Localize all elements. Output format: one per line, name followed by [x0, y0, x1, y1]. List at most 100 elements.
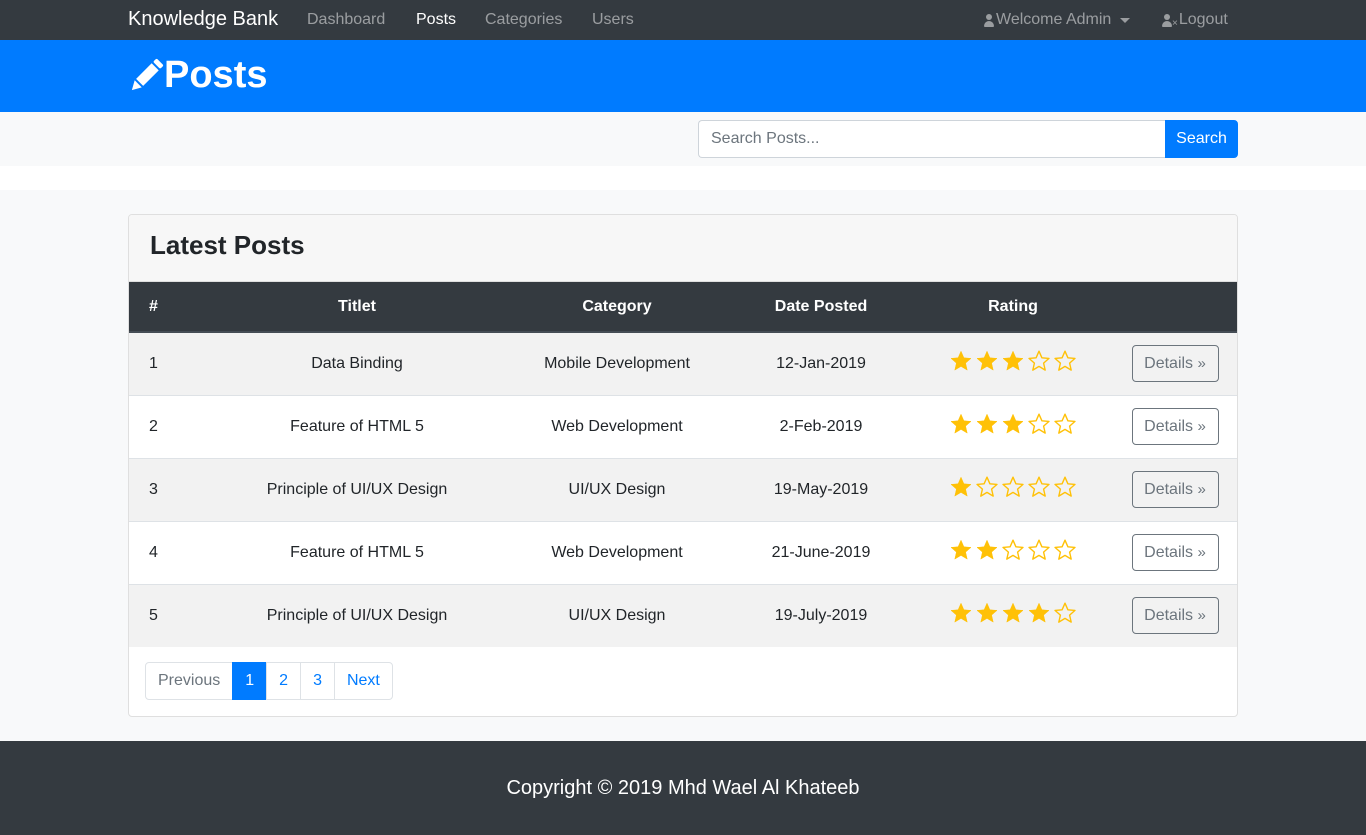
- col-header-date: Date Posted: [729, 282, 913, 333]
- top-navbar: Knowledge Bank Dashboard Posts Categorie…: [0, 0, 1366, 40]
- double-chevron-right-icon: »: [1197, 544, 1206, 561]
- star-filled-icon: [976, 351, 998, 371]
- welcome-label: Welcome Admin: [996, 11, 1112, 28]
- row-category: UI/UX Design: [505, 457, 729, 521]
- card-header: Latest Posts: [129, 215, 1237, 282]
- brand-link[interactable]: Knowledge Bank: [128, 8, 278, 31]
- details-label: Details: [1144, 355, 1194, 373]
- star-filled-icon: [950, 351, 972, 371]
- times-icon: ×: [1172, 17, 1178, 29]
- details-button[interactable]: Details »: [1131, 597, 1219, 635]
- card-title: Latest Posts: [150, 230, 305, 260]
- details-label: Details: [1144, 607, 1194, 625]
- user-icon: [983, 13, 995, 27]
- details-button[interactable]: Details »: [1131, 534, 1219, 571]
- star-filled-icon: [950, 539, 972, 560]
- row-date: 19-May-2019: [729, 457, 913, 521]
- pagination-page-2[interactable]: 2: [266, 662, 302, 700]
- row-number: 5: [129, 583, 209, 647]
- star-empty-icon: [1002, 539, 1024, 560]
- table-row: 5 Principle of UI/UX Design UI/UX Design…: [129, 583, 1237, 647]
- col-header-category: Category: [505, 282, 729, 333]
- search-input[interactable]: [698, 120, 1166, 158]
- star-empty-icon: [1054, 602, 1076, 624]
- star-filled-icon: [976, 603, 998, 623]
- row-date: 19-July-2019: [729, 583, 913, 647]
- main-content: Latest Posts # Titlet Category Date Post…: [0, 190, 1366, 741]
- row-date: 2-Feb-2019: [729, 394, 913, 458]
- star-filled-icon: [950, 413, 972, 434]
- row-number: 3: [129, 457, 209, 521]
- pencil-icon: [131, 58, 164, 90]
- latest-posts-card: Latest Posts # Titlet Category Date Post…: [128, 214, 1238, 717]
- star-filled-icon: [1002, 603, 1024, 623]
- star-rating: [949, 538, 1077, 562]
- copyright-text: Copyright © 2019 Mhd Wael Al Khateeb: [506, 776, 860, 799]
- row-number: 4: [129, 520, 209, 584]
- row-category: Web Development: [505, 520, 729, 584]
- star-filled-icon: [1002, 351, 1024, 371]
- page-title: Posts: [128, 54, 267, 97]
- details-label: Details: [1144, 544, 1194, 561]
- double-chevron-right-icon: »: [1197, 607, 1206, 625]
- star-filled-icon: [950, 476, 972, 497]
- star-empty-icon: [976, 476, 998, 497]
- page-title-text: Posts: [164, 54, 268, 96]
- double-chevron-right-icon: »: [1197, 418, 1206, 435]
- star-empty-icon: [1054, 539, 1076, 560]
- logout-label: Logout: [1178, 11, 1228, 28]
- star-empty-icon: [1028, 413, 1050, 434]
- row-date: 21-June-2019: [729, 520, 913, 584]
- user-dropdown[interactable]: Welcome Admin: [983, 11, 1131, 29]
- row-title: Feature of HTML 5: [209, 520, 505, 584]
- pagination-page-1[interactable]: 1: [232, 662, 268, 700]
- col-header-number: #: [129, 282, 209, 333]
- star-filled-icon: [950, 603, 972, 623]
- page-header: Posts: [0, 40, 1366, 112]
- row-rating: [913, 457, 1113, 521]
- col-header-rating: Rating: [913, 282, 1113, 333]
- row-number: 1: [129, 331, 209, 395]
- star-rating: [949, 349, 1077, 373]
- star-empty-icon: [1028, 350, 1050, 372]
- search-button[interactable]: Search: [1165, 120, 1238, 158]
- caret-down-icon: [1120, 17, 1131, 23]
- star-empty-icon: [1028, 539, 1050, 560]
- row-title: Data Binding: [209, 331, 505, 395]
- row-title: Principle of UI/UX Design: [209, 583, 505, 647]
- col-header-actions: [1113, 282, 1237, 333]
- pagination-previous[interactable]: Previous: [145, 662, 234, 700]
- table-row: 2 Feature of HTML 5 Web Development 2-Fe…: [129, 394, 1237, 458]
- row-rating: [913, 520, 1113, 584]
- star-empty-icon: [1002, 476, 1024, 497]
- star-empty-icon: [1054, 413, 1076, 434]
- details-button[interactable]: Details »: [1131, 471, 1219, 508]
- table-row: 3 Principle of UI/UX Design UI/UX Design…: [129, 457, 1237, 521]
- posts-table: # Titlet Category Date Posted Rating 1 D…: [129, 282, 1237, 647]
- details-label: Details: [1144, 481, 1194, 498]
- divider: [0, 166, 1366, 190]
- table-row: 1 Data Binding Mobile Development 12-Jan…: [129, 331, 1237, 395]
- row-category: Mobile Development: [505, 331, 729, 395]
- nav-categories[interactable]: Categories: [485, 11, 562, 29]
- pagination-next[interactable]: Next: [333, 662, 393, 700]
- nav-posts[interactable]: Posts: [416, 11, 456, 29]
- star-filled-icon: [976, 539, 998, 560]
- pagination: Previous 1 2 3 Next: [145, 662, 393, 700]
- star-empty-icon: [1054, 350, 1076, 372]
- row-title: Feature of HTML 5: [209, 394, 505, 458]
- star-rating: [949, 412, 1077, 436]
- table-header-row: # Titlet Category Date Posted Rating: [129, 282, 1237, 333]
- row-rating: [913, 394, 1113, 458]
- logout-link[interactable]: × Logout: [1161, 11, 1228, 29]
- star-empty-icon: [1028, 476, 1050, 497]
- details-button[interactable]: Details »: [1131, 345, 1219, 383]
- row-number: 2: [129, 394, 209, 458]
- nav-users[interactable]: Users: [592, 11, 634, 29]
- row-category: Web Development: [505, 394, 729, 458]
- pagination-page-3[interactable]: 3: [300, 662, 335, 700]
- double-chevron-right-icon: »: [1197, 481, 1206, 498]
- details-button[interactable]: Details »: [1131, 408, 1219, 445]
- nav-dashboard[interactable]: Dashboard: [307, 11, 385, 29]
- search-section: Search: [0, 112, 1366, 166]
